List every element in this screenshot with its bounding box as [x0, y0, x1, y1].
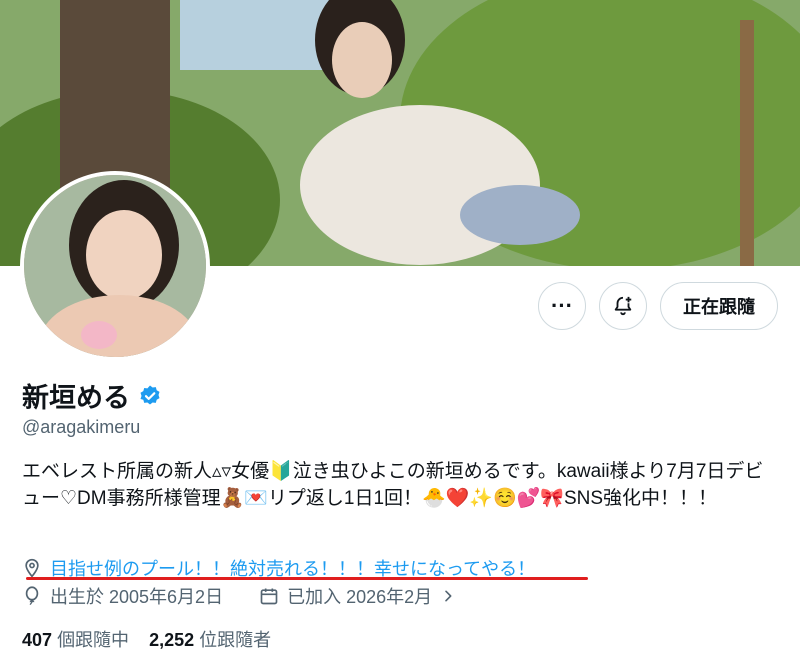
followers-link[interactable]: 2,252 位跟隨者: [149, 626, 271, 652]
following-button-label: 正在跟隨: [683, 297, 755, 317]
following-count: 407: [22, 630, 53, 650]
location-pin-icon: [25, 558, 39, 578]
username: @aragakimeru: [22, 417, 141, 437]
name-row: 新垣める: [22, 376, 162, 415]
join-date: 已加入 2026年2月: [287, 587, 433, 607]
following-button[interactable]: 正在跟隨: [660, 282, 778, 330]
display-name: 新垣める: [22, 383, 130, 413]
notifications-button[interactable]: [599, 282, 647, 330]
followers-label: 位跟隨者: [199, 630, 272, 650]
calendar-icon: [260, 588, 278, 605]
avatar-image: [24, 175, 206, 357]
red-underline-annotation: [26, 577, 588, 580]
followers-count: 2,252: [149, 630, 195, 650]
following-label: 個跟隨中: [57, 630, 130, 650]
profile-actions: ··· 正在跟隨: [538, 282, 778, 330]
more-options-button[interactable]: ···: [538, 282, 586, 330]
follow-stats: 407 個跟隨中 2,252 位跟隨者: [22, 626, 271, 652]
avatar[interactable]: [20, 171, 210, 361]
more-icon: ···: [551, 293, 573, 318]
balloon-icon: [25, 586, 39, 605]
chevron-right-icon[interactable]: [440, 588, 456, 604]
following-link[interactable]: 407 個跟隨中: [22, 626, 129, 652]
bell-plus-icon: [614, 296, 632, 316]
profile-meta-row: 出生於 2005年6月2日 已加入 2026年2月: [22, 583, 456, 609]
verified-badge-icon[interactable]: [138, 384, 162, 408]
birth-date: 出生於 2005年6月2日: [50, 587, 224, 607]
bio: エベレスト所属の新人▵▿女優🔰泣き虫ひよこの新垣めるです。kawaii様より7月…: [22, 461, 764, 509]
